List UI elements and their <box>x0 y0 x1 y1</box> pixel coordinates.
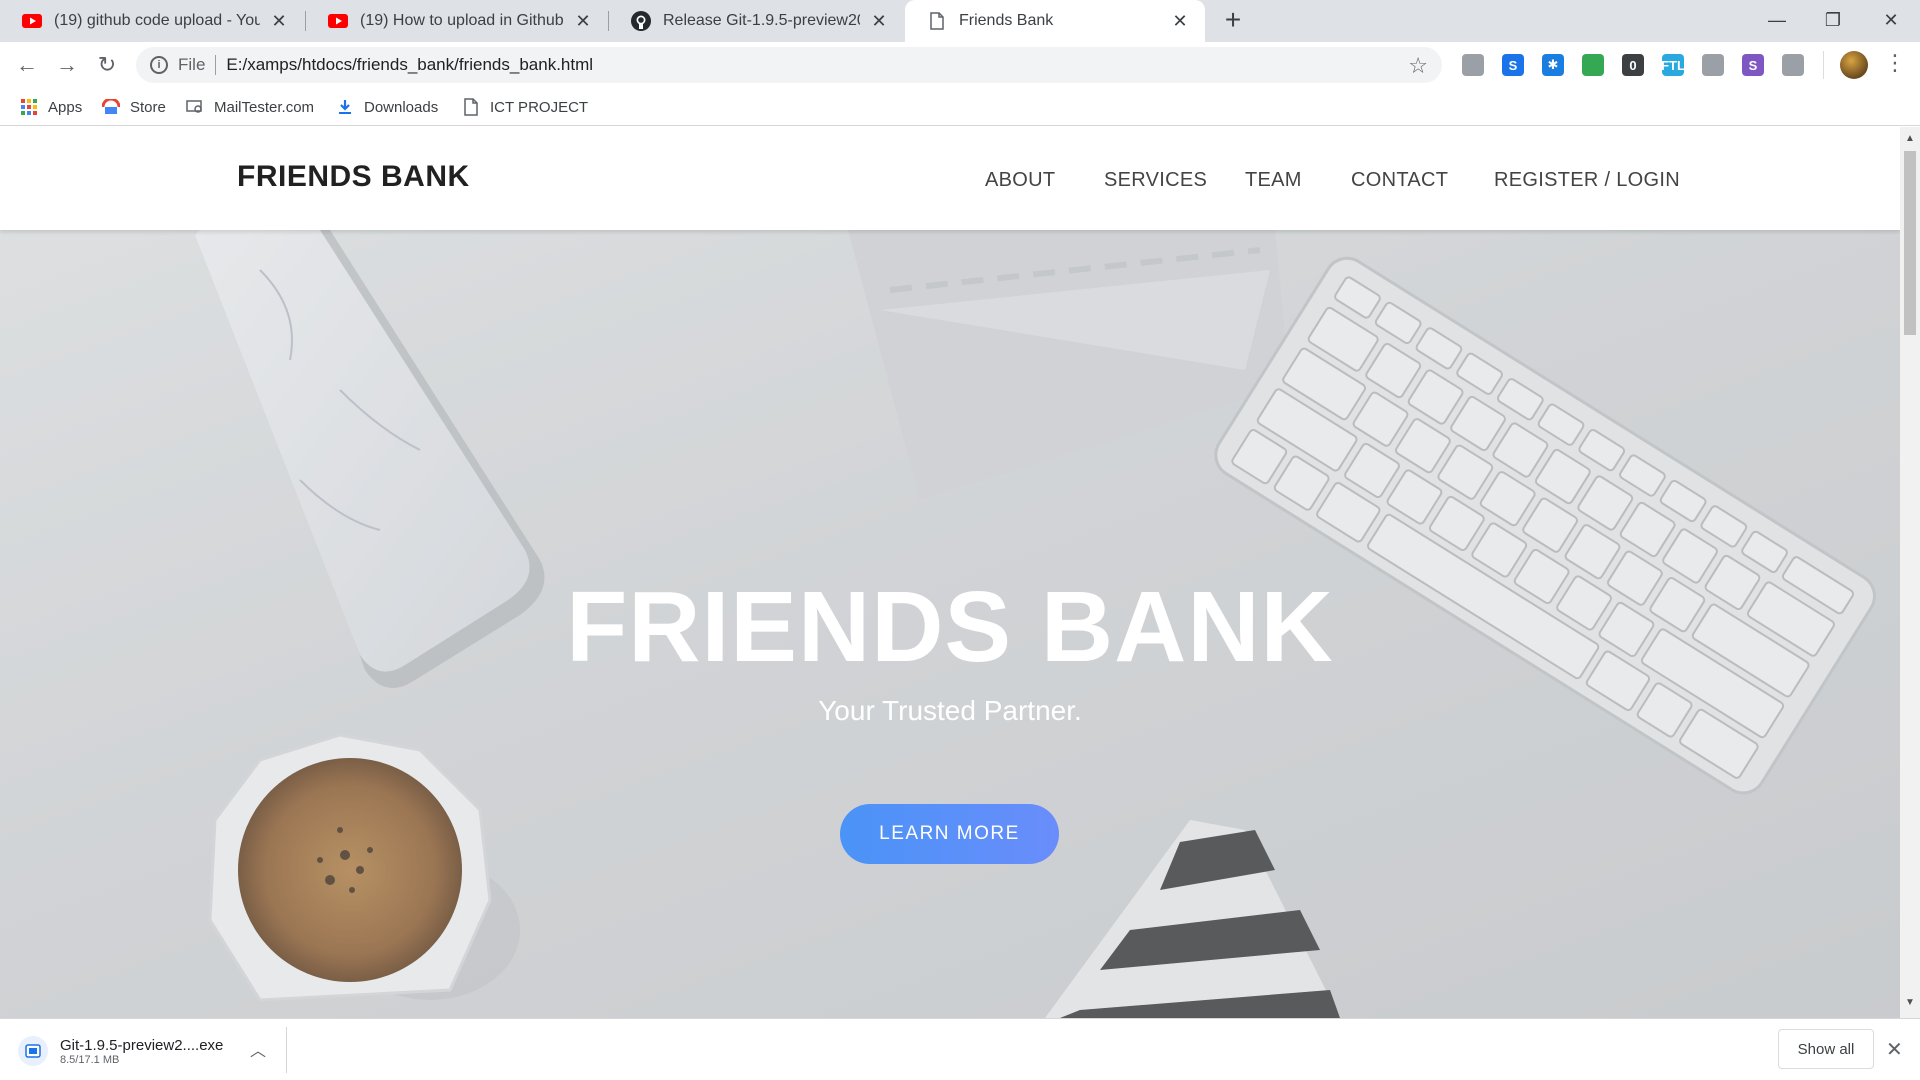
address-bar[interactable]: i File E:/xamps/htdocs/friends_bank/frie… <box>136 47 1442 83</box>
scroll-thumb[interactable] <box>1904 151 1916 335</box>
nav-link-about[interactable]: ABOUT <box>985 169 1055 192</box>
nav-link-register-login[interactable]: REGISTER / LOGIN <box>1494 169 1680 192</box>
info-icon[interactable]: i <box>150 56 168 74</box>
new-tab-button[interactable]: + <box>1218 6 1248 36</box>
mailtester-icon <box>186 98 204 116</box>
site-navbar: FRIENDS BANK ABOUT SERVICES TEAM CONTACT… <box>0 127 1900 230</box>
tab-github-release[interactable]: Release Git-1.9.5-preview20150319 ✕ <box>609 0 904 42</box>
close-icon[interactable]: ✕ <box>1886 1037 1903 1062</box>
bookmark-downloads[interactable]: Downloads <box>336 96 438 118</box>
bookmarks-bar: Apps Store MailTester.com Downloads ICT … <box>0 88 1920 126</box>
restore-button[interactable]: ❐ <box>1800 0 1866 40</box>
tab-youtube-2[interactable]: (19) How to upload in Github | Tutorial … <box>306 0 608 42</box>
scroll-down-icon[interactable]: ▼ <box>1900 997 1920 1015</box>
download-file-name: Git-1.9.5-preview2....exe <box>60 1036 224 1054</box>
extension-blue-icon[interactable]: ✱ <box>1542 54 1564 76</box>
tab-title: (19) How to upload in Github | Tutorial <box>360 12 564 29</box>
youtube-icon <box>22 11 42 31</box>
page-scrollbar[interactable]: ▲ ▼ <box>1900 127 1920 1018</box>
cast-icon[interactable] <box>1462 54 1484 76</box>
reload-icon[interactable]: ↻ <box>92 50 122 80</box>
mail-icon[interactable] <box>1702 54 1724 76</box>
s-extension-icon[interactable]: S <box>1742 54 1764 76</box>
nav-link-team[interactable]: TEAM <box>1245 169 1302 192</box>
bookmark-apps[interactable]: Apps <box>20 96 82 118</box>
page-icon <box>927 11 947 31</box>
close-icon[interactable]: ✕ <box>268 11 290 32</box>
bookmark-label: Store <box>130 98 166 116</box>
bookmark-label: ICT PROJECT <box>490 98 589 116</box>
apps-grid-icon <box>20 98 38 116</box>
avatar[interactable] <box>1840 51 1868 79</box>
link-icon[interactable]: 0 <box>1622 54 1644 76</box>
close-icon[interactable]: ✕ <box>868 11 890 32</box>
frog-icon[interactable] <box>1582 54 1604 76</box>
address-divider <box>215 55 217 75</box>
download-divider <box>286 1027 287 1073</box>
bookmark-store[interactable]: Store <box>102 96 166 118</box>
bookmark-label: Apps <box>48 98 83 116</box>
store-icon <box>102 98 120 116</box>
chevron-up-icon[interactable]: ︿ <box>250 1037 266 1061</box>
shield-icon[interactable] <box>1782 54 1804 76</box>
download-item[interactable]: Git-1.9.5-preview2....exe 8.5/17.1 MB <box>18 1031 223 1071</box>
installer-file-icon <box>18 1036 48 1066</box>
show-all-button[interactable]: Show all <box>1778 1029 1874 1069</box>
address-scheme: File <box>178 55 206 74</box>
download-progress: 8.5/17.1 MB <box>60 1053 120 1066</box>
window-close-button[interactable]: ✕ <box>1858 0 1920 40</box>
hero-subtitle: Your Trusted Partner. <box>818 695 1082 726</box>
nav-link-services[interactable]: SERVICES <box>1104 169 1207 192</box>
skype-icon[interactable]: S <box>1502 54 1524 76</box>
close-icon[interactable]: ✕ <box>1169 11 1191 32</box>
hero-section: FRIENDS BANK Your Trusted Partner. LEARN… <box>0 230 1900 1018</box>
bookmark-ict-project[interactable]: ICT PROJECT <box>462 96 588 118</box>
page-icon <box>462 98 480 116</box>
bookmark-mailtester[interactable]: MailTester.com <box>186 96 314 118</box>
back-icon[interactable]: ← <box>12 50 42 80</box>
tab-youtube-1[interactable]: (19) github code upload - YouTube ✕ <box>0 0 304 42</box>
tab-strip: (19) github code upload - YouTube ✕ (19)… <box>0 0 1920 42</box>
nav-link-contact[interactable]: CONTACT <box>1351 169 1448 192</box>
ftl-icon[interactable]: FTL <box>1661 54 1685 76</box>
tab-title: (19) github code upload - YouTube <box>54 12 260 29</box>
github-icon <box>631 11 651 31</box>
close-icon[interactable]: ✕ <box>572 11 594 32</box>
address-url[interactable]: E:/xamps/htdocs/friends_bank/friends_ban… <box>226 55 593 75</box>
page-viewport: FRIENDS BANK ABOUT SERVICES TEAM CONTACT… <box>0 127 1900 1018</box>
forward-icon[interactable]: → <box>52 50 82 80</box>
learn-more-button[interactable]: LEARN MORE <box>840 804 1059 864</box>
bookmark-star-icon[interactable]: ☆ <box>1408 53 1428 79</box>
bookmark-label: Downloads <box>364 98 439 116</box>
tab-title: Release Git-1.9.5-preview20150319 <box>663 12 860 29</box>
toolbar-divider <box>1823 51 1824 79</box>
tab-title: Friends Bank <box>959 12 1054 29</box>
download-icon <box>336 98 354 116</box>
site-brand[interactable]: FRIENDS BANK <box>237 160 470 194</box>
browser-toolbar: ← → ↻ i File E:/xamps/htdocs/friends_ban… <box>0 42 1920 88</box>
more-menu-icon[interactable]: ⋮ <box>1884 50 1906 80</box>
tab-friends-bank[interactable]: Friends Bank ✕ <box>905 0 1205 42</box>
scroll-up-icon[interactable]: ▲ <box>1900 133 1920 151</box>
bookmark-label: MailTester.com <box>214 98 315 116</box>
hero-title: FRIENDS BANK <box>566 571 1334 683</box>
downloads-bar: Git-1.9.5-preview2....exe 8.5/17.1 MB ︿ … <box>0 1018 1920 1080</box>
youtube-icon <box>328 11 348 31</box>
